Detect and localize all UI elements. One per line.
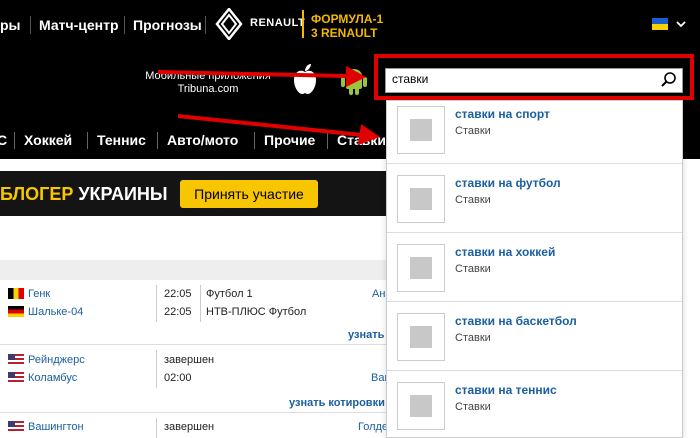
nav-separator bbox=[205, 16, 206, 34]
android-icon[interactable] bbox=[340, 64, 368, 96]
match-time: 22:05 bbox=[164, 288, 192, 300]
suggestion-category: Ставки bbox=[455, 263, 491, 275]
suggestion-title[interactable]: ставки на спорт bbox=[455, 107, 550, 121]
column-separator bbox=[156, 285, 157, 322]
nav-separator bbox=[254, 132, 255, 149]
nav-separator bbox=[87, 132, 88, 149]
suggestion-item[interactable]: ставки на футбол Ставки bbox=[387, 170, 682, 239]
sport-item-betting[interactable]: Ставки bbox=[337, 132, 386, 148]
suggestion-title[interactable]: ставки на футбол bbox=[455, 176, 561, 190]
usa-flag-icon bbox=[8, 421, 24, 432]
row-divider bbox=[0, 344, 400, 345]
top-navigation: ры Матч-центр Прогнозы RENAULT ФОРМУЛА-1… bbox=[0, 0, 700, 50]
f1-title[interactable]: ФОРМУЛА-1 bbox=[311, 12, 383, 26]
row-divider bbox=[0, 412, 400, 413]
f1-subtitle[interactable]: 3 RENAULT bbox=[311, 26, 377, 40]
nav-separator bbox=[157, 132, 158, 149]
match-status: завершен bbox=[164, 421, 215, 433]
usa-flag-icon bbox=[8, 354, 24, 365]
nav-separator bbox=[124, 16, 125, 34]
search-suggestions-dropdown: ставки на спорт Ставки ставки на футбол … bbox=[386, 100, 683, 438]
matches-header-bar bbox=[0, 260, 400, 280]
suggestion-thumbnail bbox=[397, 106, 445, 154]
team-name[interactable]: Коламбус bbox=[28, 372, 77, 384]
renault-logo-icon[interactable] bbox=[214, 8, 244, 40]
participate-button[interactable]: Принять участие bbox=[180, 180, 318, 208]
nav-separator bbox=[327, 132, 328, 149]
suggestion-divider bbox=[387, 370, 682, 371]
suggestion-item[interactable]: ставки на хоккей Ставки bbox=[387, 239, 682, 308]
suggestion-divider bbox=[387, 232, 682, 233]
mobile-apps-label: Мобильные приложения bbox=[145, 70, 271, 82]
team-name[interactable]: Шальке-04 bbox=[28, 306, 83, 318]
sport-item-truncated[interactable]: С bbox=[0, 132, 7, 148]
tv-channel: НТВ-ПЛЮС Футбол bbox=[206, 306, 307, 318]
suggestion-thumbnail bbox=[397, 175, 445, 223]
team-name[interactable]: Вашингтон bbox=[28, 421, 84, 433]
suggestion-thumbnail bbox=[397, 382, 445, 430]
right-team[interactable]: Голде bbox=[358, 421, 388, 433]
suggestion-divider bbox=[387, 301, 682, 302]
column-separator bbox=[200, 285, 201, 322]
team-name[interactable]: Рейнджерс bbox=[28, 354, 85, 366]
nav-item-predictions[interactable]: Прогнозы bbox=[133, 17, 202, 33]
match-time: 22:05 bbox=[164, 306, 192, 318]
suggestion-title[interactable]: ставки на теннис bbox=[455, 383, 557, 397]
right-team[interactable]: Ан bbox=[372, 288, 385, 300]
mobile-apps-site: Tribuna.com bbox=[177, 83, 239, 95]
column-separator bbox=[156, 350, 157, 388]
suggestion-thumbnail bbox=[397, 244, 445, 292]
germany-flag-icon bbox=[8, 306, 24, 317]
search-icon[interactable] bbox=[660, 71, 678, 89]
suggestion-title[interactable]: ставки на баскетбол bbox=[455, 314, 577, 328]
nav-item-truncated[interactable]: ры bbox=[0, 17, 21, 33]
apple-icon[interactable] bbox=[291, 63, 319, 95]
suggestion-thumbnail bbox=[397, 313, 445, 361]
banner-title: БЛОГЕР УКРАИНЫ bbox=[0, 184, 168, 204]
suggestion-category: Ставки bbox=[455, 332, 491, 344]
suggestion-item[interactable]: ставки на теннис Ставки bbox=[387, 377, 682, 437]
sport-item-tennis[interactable]: Теннис bbox=[97, 132, 146, 148]
team-name[interactable]: Генк bbox=[28, 288, 50, 300]
nav-separator bbox=[30, 16, 31, 34]
suggestion-title[interactable]: ставки на хоккей bbox=[455, 245, 555, 259]
search-input[interactable] bbox=[392, 72, 642, 86]
search-box[interactable] bbox=[385, 68, 683, 93]
suggestion-divider bbox=[387, 163, 682, 164]
odds-link[interactable]: узнать котировки bbox=[289, 397, 385, 409]
column-separator bbox=[156, 418, 157, 438]
suggestion-category: Ставки bbox=[455, 194, 491, 206]
suggestion-category: Ставки bbox=[455, 125, 491, 137]
sport-item-other[interactable]: Прочие bbox=[264, 132, 315, 148]
match-time: 02:00 bbox=[164, 372, 192, 384]
suggestion-category: Ставки bbox=[455, 401, 491, 413]
suggestion-item[interactable]: ставки на баскетбол Ставки bbox=[387, 308, 682, 377]
belgium-flag-icon bbox=[8, 288, 24, 299]
usa-flag-icon bbox=[8, 372, 24, 383]
sponsor-text[interactable]: RENAULT bbox=[250, 17, 305, 29]
ukraine-flag-icon[interactable] bbox=[652, 18, 668, 30]
nav-item-match-center[interactable]: Матч-центр bbox=[39, 17, 119, 33]
blogger-banner: БЛОГЕР УКРАИНЫ Принять участие bbox=[0, 171, 400, 216]
tv-channel: Футбол 1 bbox=[206, 288, 253, 300]
sport-item-hockey[interactable]: Хоккей bbox=[24, 132, 72, 148]
chevron-down-icon[interactable] bbox=[676, 21, 686, 28]
f1-divider bbox=[302, 10, 304, 38]
suggestion-item[interactable]: ставки на спорт Ставки bbox=[387, 101, 682, 170]
sport-item-auto-moto[interactable]: Авто/мото bbox=[167, 132, 238, 148]
odds-link[interactable]: узнать bbox=[348, 329, 384, 341]
match-status: завершен bbox=[164, 354, 215, 366]
nav-separator bbox=[14, 132, 15, 149]
